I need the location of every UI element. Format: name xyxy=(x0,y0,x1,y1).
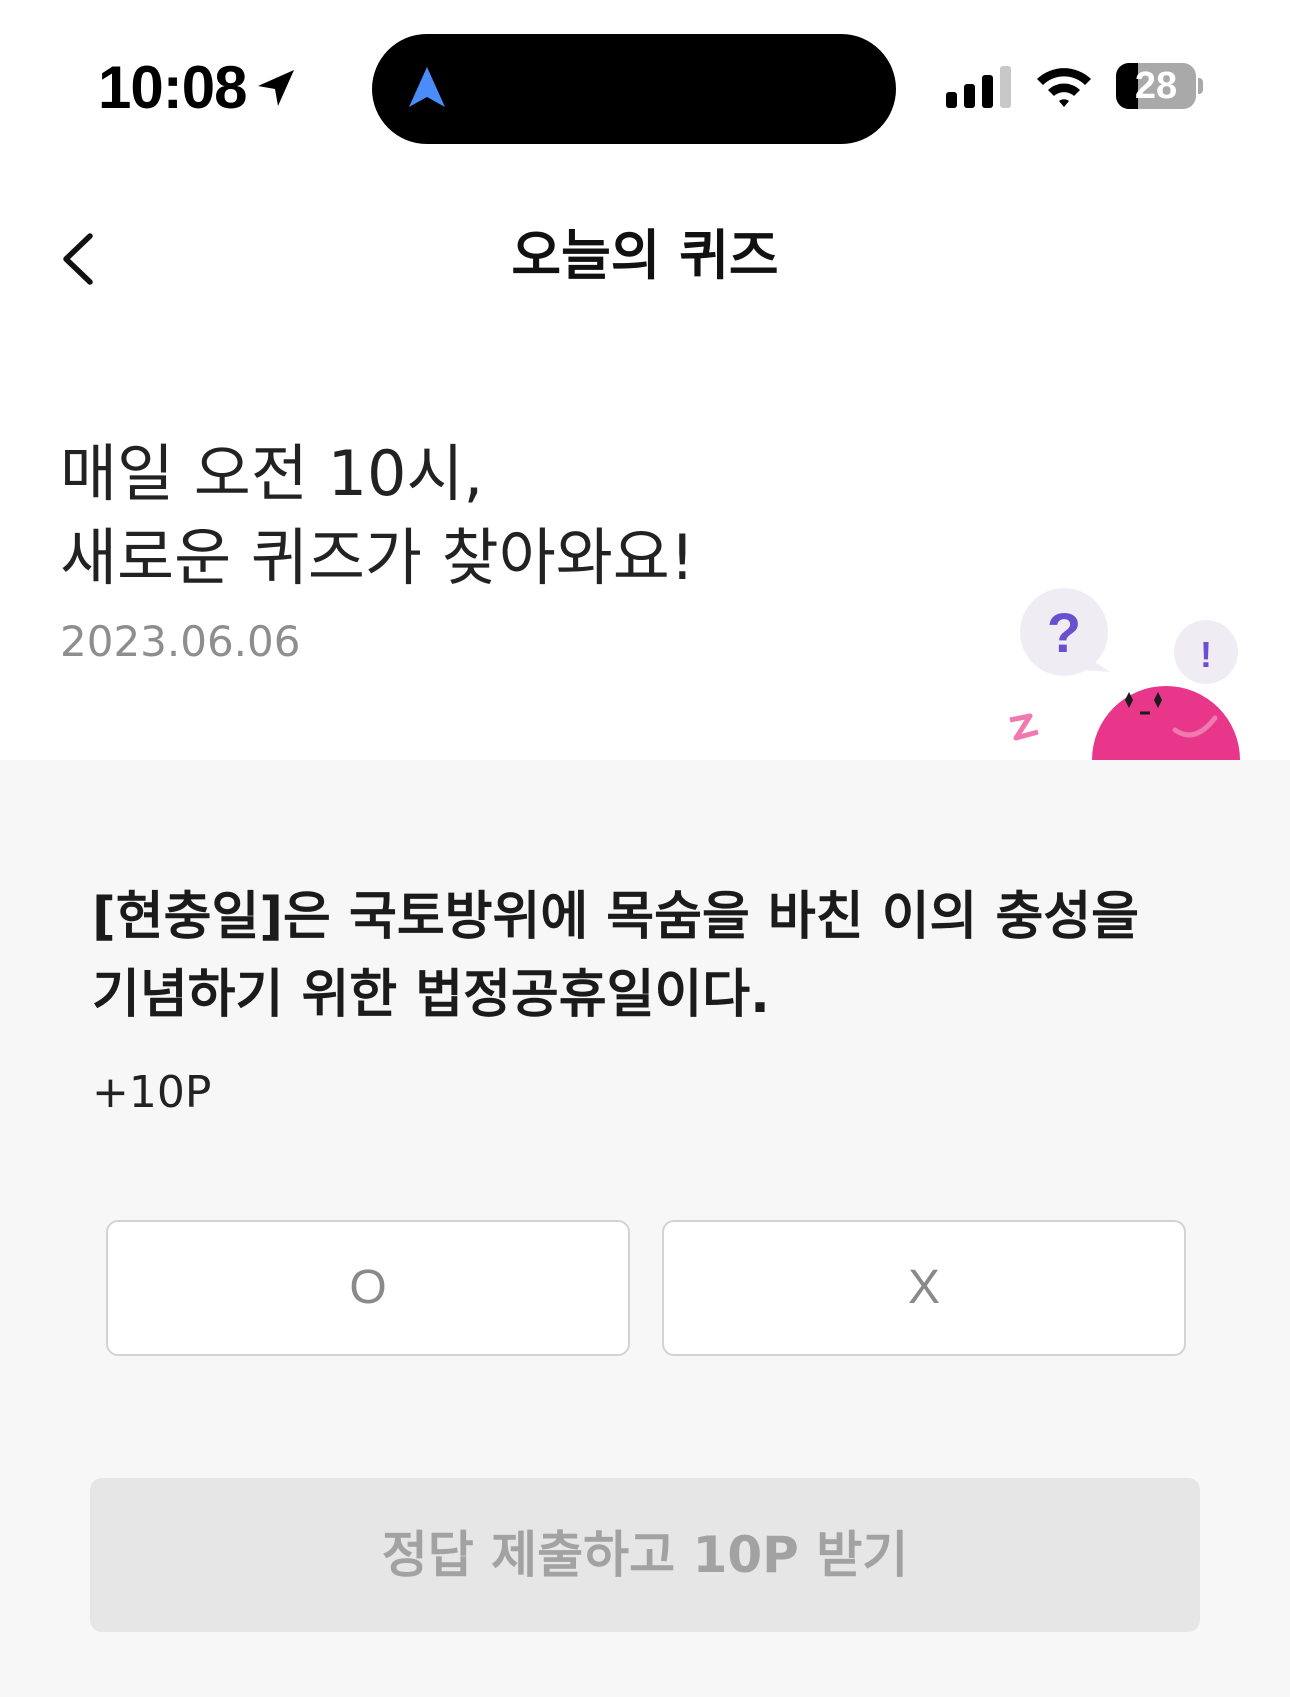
quiz-panel: [현충일]은 국토방위에 목숨을 바친 이의 충성을 기념하기 위한 법정공휴일… xyxy=(0,760,1290,1697)
mascot-illustration: ? ! xyxy=(1009,588,1240,760)
battery-tip xyxy=(1198,78,1203,94)
intro-line-2: 새로운 퀴즈가 찾아와요! xyxy=(60,521,695,594)
battery-icon: 28 xyxy=(1116,63,1203,109)
question-bubble-icon: ? xyxy=(1020,588,1110,676)
mascot-question-mark: ? xyxy=(1047,601,1081,664)
answer-x-button[interactable]: X xyxy=(662,1220,1186,1356)
intro-line-1: 매일 오전 10시, xyxy=(60,437,484,510)
mascot-exclamation-mark: ! xyxy=(1200,634,1212,675)
header: 오늘의 퀴즈 xyxy=(0,200,1290,320)
quiz-question: [현충일]은 국토방위에 목숨을 바친 이의 충성을 기념하기 위한 법정공휴일… xyxy=(92,887,1140,1025)
battery-body: 28 xyxy=(1116,63,1196,109)
quiz-intro: 매일 오전 10시, 새로운 퀴즈가 찾아와요! 2023.06.06 xyxy=(60,432,960,668)
answer-options: O X xyxy=(106,1220,1186,1356)
page-title: 오늘의 퀴즈 xyxy=(511,224,779,287)
mascot-character xyxy=(1009,686,1240,760)
exclamation-bubble-icon: ! xyxy=(1174,620,1238,684)
navigation-arrow-icon xyxy=(409,67,445,107)
status-time: 10:08 xyxy=(98,54,247,121)
quiz-page: 10:08 28 오늘의 퀴즈 매일 오전 10시, 새로운 퀴즈가 찾아와요!… xyxy=(0,0,1290,1697)
answer-o-button[interactable]: O xyxy=(106,1220,630,1356)
cellular-signal-icon xyxy=(946,66,1011,108)
submit-answer-button[interactable]: 정답 제출하고 10P 받기 xyxy=(90,1478,1200,1632)
wifi-icon xyxy=(1037,68,1091,107)
battery-percent: 28 xyxy=(1134,65,1178,107)
quiz-reward: +10P xyxy=(92,1067,212,1118)
quiz-date: 2023.06.06 xyxy=(60,617,301,666)
status-bar: 10:08 28 xyxy=(0,0,1290,170)
dynamic-island xyxy=(372,34,896,144)
location-arrow-icon xyxy=(258,70,294,106)
